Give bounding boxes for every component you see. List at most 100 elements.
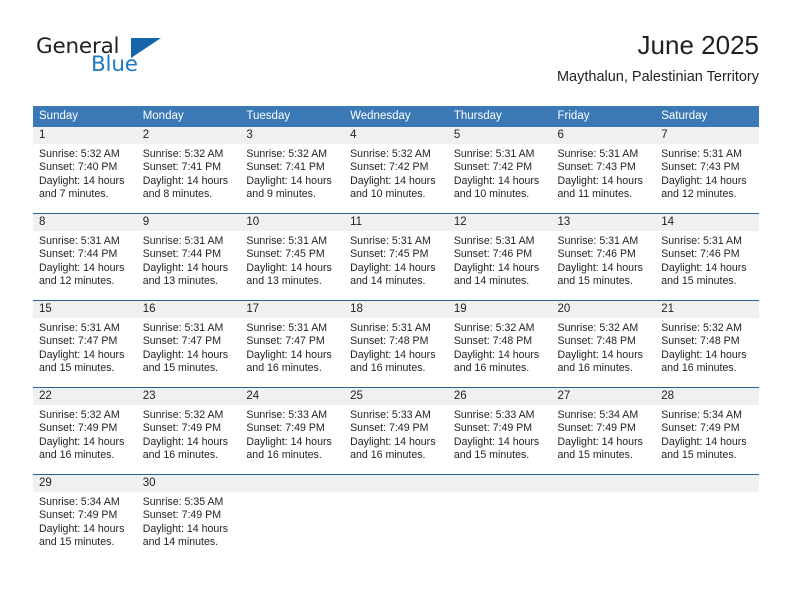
- sunrise-text: Sunrise: 5:33 AM: [246, 409, 328, 421]
- calendar-day-cell[interactable]: 14 Sunrise: 5:31 AM Sunset: 7:46 PM Dayligh…: [655, 213, 759, 301]
- weekday-header-sunday: Sunday: [33, 106, 137, 127]
- daylight-text-line2: and 16 minutes.: [350, 449, 426, 462]
- daylight-text-line2: and 16 minutes.: [453, 362, 530, 375]
- calendar-day-cell[interactable]: 21 Sunrise: 5:32 AM Sunset: 7:48 PM Dayligh…: [655, 300, 759, 388]
- day-number: 28: [655, 388, 759, 405]
- title-block: June 2025 Maythalun, Palestinian Territo…: [557, 28, 759, 88]
- calendar-day-cell[interactable]: 11 Sunrise: 5:31 AM Sunset: 7:45 PM Dayligh…: [344, 213, 448, 301]
- day-number: 27: [551, 388, 656, 405]
- daylight-text-line2: and 14 minutes.: [350, 275, 426, 288]
- day-number: [655, 475, 759, 492]
- sunrise-text: Sunrise: 5:31 AM: [453, 235, 535, 247]
- sunset-text: Sunset: 7:49 PM: [246, 422, 325, 435]
- daylight-text-line2: and 16 minutes.: [142, 449, 219, 462]
- calendar-day-cell[interactable]: 8 Sunrise: 5:31 AM Sunset: 7:44 PM Daylight…: [33, 213, 137, 301]
- sunset-text: Sunset: 7:45 PM: [350, 248, 429, 261]
- calendar-day-cell[interactable]: 7 Sunrise: 5:31 AM Sunset: 7:43 PM Daylight…: [655, 127, 759, 214]
- calendar-day-cell[interactable]: 24 Sunrise: 5:33 AM Sunset: 7:49 PM Dayligh…: [240, 387, 345, 475]
- day-number: 25: [344, 388, 448, 405]
- daylight-text-line1: Daylight: 14 hours: [661, 261, 747, 274]
- calendar-day-cell[interactable]: 2 Sunrise: 5:32 AM Sunset: 7:41 PM Daylight…: [136, 127, 241, 214]
- day-number: 26: [447, 388, 552, 405]
- day-number: 10: [240, 214, 345, 231]
- sunrise-text: Sunrise: 5:31 AM: [39, 322, 120, 334]
- day-number: 6: [551, 127, 656, 144]
- sunset-text: Sunset: 7:45 PM: [246, 248, 325, 261]
- calendar-header-row: Sunday Monday Tuesday Wednesday Thursday…: [33, 106, 759, 127]
- day-number: 22: [33, 388, 137, 405]
- calendar-day-cell[interactable]: 1 Sunrise: 5:32 AM Sunset: 7:40 PM Daylight…: [33, 127, 137, 214]
- sunset-text: Sunset: 7:40 PM: [39, 161, 118, 174]
- general-blue-logo[interactable]: General Blue: [33, 34, 263, 92]
- day-number: 16: [136, 301, 241, 318]
- calendar-week-row: 15 Sunrise: 5:31 AM Sunset: 7:47 PM Dayligh…: [33, 300, 759, 388]
- calendar-day-cell[interactable]: 3 Sunrise: 5:32 AM Sunset: 7:41 PM Daylight…: [240, 127, 345, 214]
- weekday-header-thursday: Thursday: [447, 106, 552, 127]
- daylight-text-line1: Daylight: 14 hours: [246, 261, 332, 274]
- calendar-day-cell-empty: [240, 474, 345, 561]
- day-number: 4: [344, 127, 448, 144]
- daylight-text-line1: Daylight: 14 hours: [39, 522, 125, 535]
- daylight-text-line2: and 10 minutes.: [350, 188, 426, 201]
- daylight-text-line1: Daylight: 14 hours: [350, 348, 436, 361]
- calendar-day-cell[interactable]: 27 Sunrise: 5:34 AM Sunset: 7:49 PM Dayligh…: [551, 387, 656, 475]
- day-number: [447, 475, 552, 492]
- calendar-day-cell[interactable]: 6 Sunrise: 5:31 AM Sunset: 7:43 PM Daylight…: [551, 127, 656, 214]
- calendar-day-cell[interactable]: 19 Sunrise: 5:32 AM Sunset: 7:48 PM Dayligh…: [447, 300, 552, 388]
- day-number: 1: [33, 127, 137, 144]
- daylight-text-line1: Daylight: 14 hours: [453, 174, 540, 187]
- calendar-day-cell[interactable]: 18 Sunrise: 5:31 AM Sunset: 7:48 PM Dayligh…: [344, 300, 448, 388]
- sunset-text: Sunset: 7:43 PM: [661, 161, 740, 174]
- sunrise-text: Sunrise: 5:31 AM: [350, 322, 431, 334]
- sunset-text: Sunset: 7:49 PM: [557, 422, 636, 435]
- sunset-text: Sunset: 7:42 PM: [453, 161, 533, 174]
- sunrise-text: Sunrise: 5:32 AM: [142, 148, 224, 160]
- calendar-day-cell[interactable]: 30 Sunrise: 5:35 AM Sunset: 7:49 PM Dayligh…: [136, 474, 241, 561]
- daylight-text-line1: Daylight: 14 hours: [246, 174, 332, 187]
- sunrise-text: Sunrise: 5:32 AM: [39, 409, 120, 421]
- calendar-day-cell[interactable]: 12 Sunrise: 5:31 AM Sunset: 7:46 PM Dayligh…: [447, 213, 552, 301]
- weekday-header-saturday: Saturday: [655, 106, 759, 127]
- calendar-day-cell[interactable]: 29 Sunrise: 5:34 AM Sunset: 7:49 PM Dayligh…: [33, 474, 137, 561]
- calendar-day-cell[interactable]: 5 Sunrise: 5:31 AM Sunset: 7:42 PM Daylight…: [447, 127, 552, 214]
- sunset-text: Sunset: 7:48 PM: [661, 335, 740, 348]
- calendar-day-cell[interactable]: 15 Sunrise: 5:31 AM Sunset: 7:47 PM Dayligh…: [33, 300, 137, 388]
- weekday-header-wednesday: Wednesday: [344, 106, 448, 127]
- calendar-day-cell[interactable]: 26 Sunrise: 5:33 AM Sunset: 7:49 PM Dayligh…: [447, 387, 552, 475]
- calendar-day-cell[interactable]: 10 Sunrise: 5:31 AM Sunset: 7:45 PM Dayligh…: [240, 213, 345, 301]
- sunset-text: Sunset: 7:42 PM: [350, 161, 429, 174]
- sunset-text: Sunset: 7:49 PM: [661, 422, 740, 435]
- calendar-page: General Blue June 2025 Maythalun, Palest…: [0, 0, 792, 612]
- sunset-text: Sunset: 7:47 PM: [142, 335, 222, 348]
- daylight-text-line1: Daylight: 14 hours: [661, 174, 747, 187]
- weekday-header-tuesday: Tuesday: [240, 106, 345, 127]
- daylight-text-line1: Daylight: 14 hours: [39, 348, 125, 361]
- calendar-day-cell[interactable]: 17 Sunrise: 5:31 AM Sunset: 7:47 PM Dayligh…: [240, 300, 345, 388]
- calendar-day-cell[interactable]: 16 Sunrise: 5:31 AM Sunset: 7:47 PM Dayligh…: [136, 300, 241, 388]
- sunrise-text: Sunrise: 5:33 AM: [453, 409, 535, 421]
- day-number: 8: [33, 214, 137, 231]
- daylight-text-line1: Daylight: 14 hours: [142, 348, 229, 361]
- sunrise-text: Sunrise: 5:31 AM: [39, 235, 120, 247]
- calendar-day-cell[interactable]: 4 Sunrise: 5:32 AM Sunset: 7:42 PM Daylight…: [344, 127, 448, 214]
- calendar-day-cell[interactable]: 23 Sunrise: 5:32 AM Sunset: 7:49 PM Dayligh…: [136, 387, 241, 475]
- sunrise-text: Sunrise: 5:31 AM: [557, 148, 639, 160]
- daylight-text-line1: Daylight: 14 hours: [39, 174, 125, 187]
- calendar-day-cell[interactable]: 28 Sunrise: 5:34 AM Sunset: 7:49 PM Dayligh…: [655, 387, 759, 475]
- daylight-text-line1: Daylight: 14 hours: [350, 174, 436, 187]
- daylight-text-line2: and 16 minutes.: [557, 362, 633, 375]
- sunset-text: Sunset: 7:47 PM: [39, 335, 118, 348]
- day-number: 24: [240, 388, 345, 405]
- daylight-text-line2: and 15 minutes.: [557, 275, 633, 288]
- sunset-text: Sunset: 7:48 PM: [350, 335, 429, 348]
- sunset-text: Sunset: 7:47 PM: [246, 335, 325, 348]
- day-number: 11: [344, 214, 448, 231]
- daylight-text-line2: and 10 minutes.: [453, 188, 530, 201]
- daylight-text-line2: and 15 minutes.: [661, 449, 737, 462]
- calendar-day-cell[interactable]: 25 Sunrise: 5:33 AM Sunset: 7:49 PM Dayligh…: [344, 387, 448, 475]
- calendar-day-cell[interactable]: 13 Sunrise: 5:31 AM Sunset: 7:46 PM Dayligh…: [551, 213, 656, 301]
- calendar-day-cell[interactable]: 22 Sunrise: 5:32 AM Sunset: 7:49 PM Dayligh…: [33, 387, 137, 475]
- calendar-day-cell[interactable]: 20 Sunrise: 5:32 AM Sunset: 7:48 PM Dayligh…: [551, 300, 656, 388]
- calendar-day-cell[interactable]: 9 Sunrise: 5:31 AM Sunset: 7:44 PM Daylight…: [136, 213, 241, 301]
- day-number: 9: [136, 214, 241, 231]
